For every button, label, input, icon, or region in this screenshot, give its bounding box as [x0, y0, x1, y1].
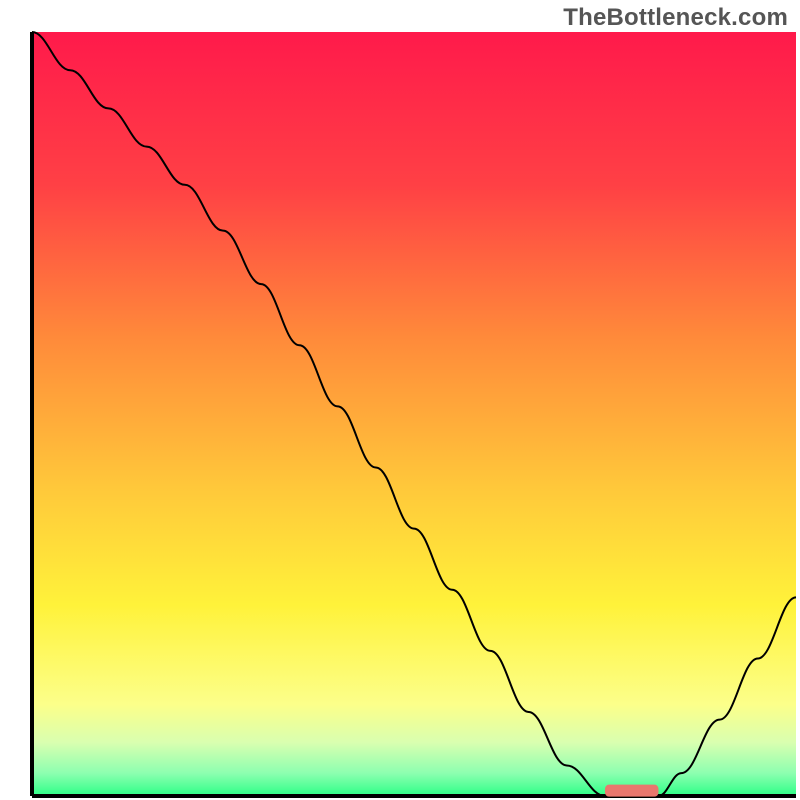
- chart-svg: [0, 0, 800, 800]
- optimal-marker: [605, 785, 658, 797]
- watermark-text: TheBottleneck.com: [563, 4, 788, 32]
- bottleneck-chart: TheBottleneck.com: [0, 0, 800, 800]
